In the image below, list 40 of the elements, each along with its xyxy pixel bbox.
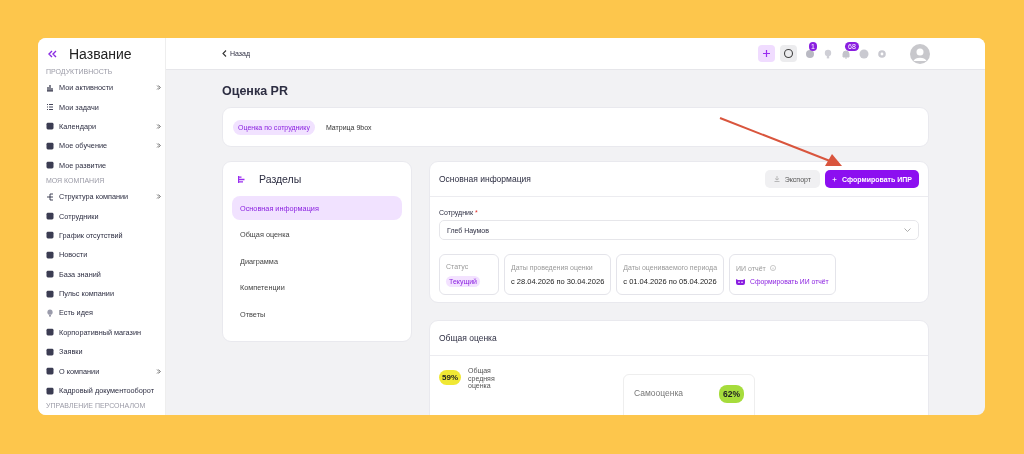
download-icon xyxy=(773,176,780,182)
menu-icon xyxy=(46,141,54,150)
app-title: Название xyxy=(69,46,132,62)
menu-icon xyxy=(46,231,54,240)
card-title: Общая оценка xyxy=(439,333,498,343)
score-badge: 59% xyxy=(439,370,461,385)
menu-icon xyxy=(46,192,54,201)
robot-icon xyxy=(736,277,746,285)
page-title: Оценка PR xyxy=(222,83,289,99)
menu-icon xyxy=(46,250,54,259)
chevron-icon xyxy=(156,194,161,200)
chevron-down-icon xyxy=(904,228,911,232)
chevron-icon xyxy=(156,85,161,91)
menu-icon xyxy=(46,289,54,298)
collapse-icon[interactable] xyxy=(48,50,57,58)
menu-icon xyxy=(46,122,54,131)
chevron-icon xyxy=(156,123,161,129)
menu-icon xyxy=(46,328,54,337)
add-icon[interactable] xyxy=(758,45,775,62)
menu-icon xyxy=(46,161,54,170)
chevron-left-icon xyxy=(222,50,227,57)
sections-title: Разделы xyxy=(259,173,302,185)
chevron-icon xyxy=(156,368,161,374)
sections-icon xyxy=(238,175,246,183)
info-icon xyxy=(769,265,776,271)
bell-icon[interactable] xyxy=(841,48,851,59)
score-badge: 62% xyxy=(719,385,744,403)
search-icon[interactable] xyxy=(780,45,797,62)
menu-icon xyxy=(46,347,54,356)
chevron-icon xyxy=(156,143,161,149)
menu-icon xyxy=(46,309,54,317)
menu-icon xyxy=(46,212,54,221)
menu-icon xyxy=(46,103,54,112)
menu-icon xyxy=(46,83,54,92)
card-title: Основная информация xyxy=(439,174,532,184)
self-assessment-label: Самооценка xyxy=(634,388,684,398)
menu-icon xyxy=(46,367,54,376)
plus-icon xyxy=(832,176,837,182)
menu-icon xyxy=(46,386,54,395)
menu-icon xyxy=(46,270,54,279)
